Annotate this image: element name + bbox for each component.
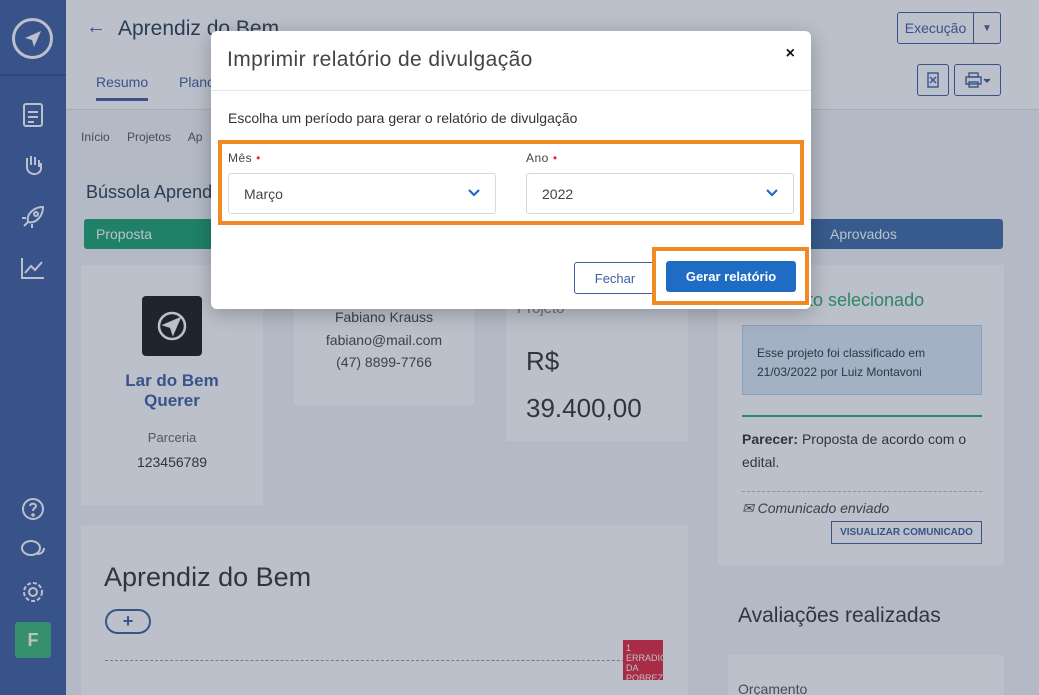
year-label: Ano • [526,151,558,165]
year-value: 2022 [542,185,574,202]
month-label: Mês • [228,151,261,165]
modal-title: Imprimir relatório de divulgação [227,48,533,71]
divider [211,90,811,91]
required-mark: • [552,151,558,165]
modal-instruction: Escolha um período para gerar o relatóri… [228,110,578,126]
chevron-down-icon [468,189,480,197]
close-button[interactable]: Fechar [574,262,656,294]
print-report-modal: Imprimir relatório de divulgação × Escol… [211,31,811,309]
chevron-down-icon [766,189,778,197]
month-label-text: Mês [228,151,253,165]
year-label-text: Ano [526,151,549,165]
month-select[interactable]: Março [228,173,496,214]
close-icon[interactable]: × [786,45,795,63]
month-value: Março [244,185,283,202]
required-mark: • [256,151,261,165]
generate-report-button[interactable]: Gerar relatório [666,261,796,292]
year-select[interactable]: 2022 [526,173,794,214]
